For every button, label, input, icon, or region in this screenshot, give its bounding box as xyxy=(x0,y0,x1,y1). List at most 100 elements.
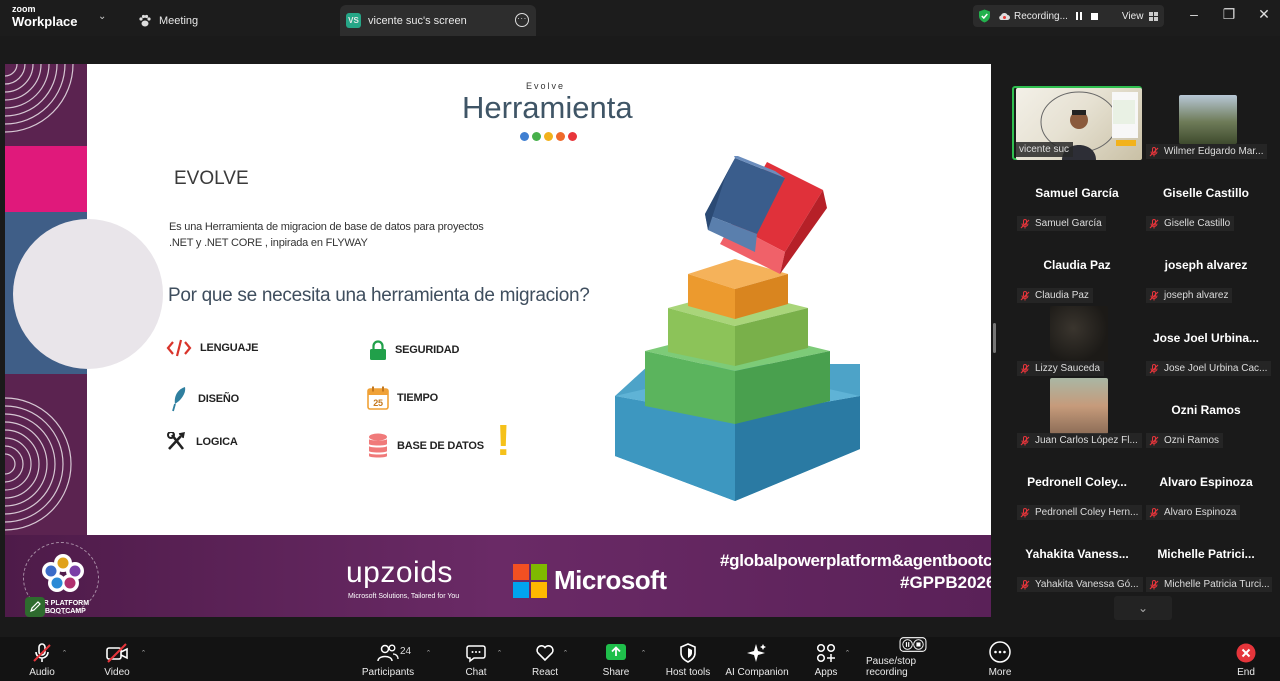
feature-tiempo-label: TIEMPO xyxy=(397,392,438,404)
microphone-muted-icon xyxy=(1020,218,1030,228)
feature-seguridad-label: SEGURIDAD xyxy=(395,344,460,356)
participant-label: Yahakita Vanessa Gó... xyxy=(1017,577,1143,592)
calendar-day-number: 25 xyxy=(373,398,383,408)
microphone-muted-icon xyxy=(1020,579,1030,589)
pause-stop-recording-icon xyxy=(899,637,927,652)
microphone-muted-icon xyxy=(1149,218,1159,228)
exclamation-mark: ! xyxy=(496,416,511,465)
annotate-pencil-button[interactable] xyxy=(25,597,45,617)
feature-diseno: DISEÑO xyxy=(170,386,239,412)
participants-button[interactable]: Participants xyxy=(360,637,416,681)
more-options-icon[interactable]: ··· xyxy=(515,13,529,27)
participant-label-text: Alvaro Espinoza xyxy=(1164,507,1237,518)
participant-tile[interactable]: Ozni Ramos Ozni Ramos xyxy=(1141,375,1271,449)
participant-tile[interactable]: Giselle Castillo Giselle Castillo xyxy=(1141,158,1271,232)
participants-options-caret[interactable]: ˆ xyxy=(427,649,430,659)
bootcamp-caption: ER PLATFORM BOOTCAMP xyxy=(39,600,89,616)
calendar-icon: 25 xyxy=(367,386,389,410)
dot-green xyxy=(532,132,541,141)
microsoft-logo-icon xyxy=(513,564,547,598)
video-options-caret[interactable]: ˆ xyxy=(142,649,145,659)
shared-screen-slide: Evolve Herramienta EVOLVE Es una Herrami… xyxy=(5,64,991,617)
participant-tile[interactable]: Claudia Paz Claudia Paz xyxy=(1012,230,1142,304)
microphone-muted-icon xyxy=(1020,290,1030,300)
share-button[interactable]: Share xyxy=(600,637,632,681)
maximize-icon[interactable]: ❐ xyxy=(1219,6,1239,23)
split-view-drag-handle[interactable] xyxy=(993,323,996,353)
audio-button[interactable]: Audio xyxy=(26,637,58,681)
microphone-muted-icon xyxy=(33,643,51,662)
more-button[interactable]: More xyxy=(986,637,1014,681)
microphone-muted-icon xyxy=(1149,507,1159,517)
tab-meeting[interactable]: Meeting xyxy=(138,5,198,36)
microphone-muted-icon xyxy=(1149,579,1159,589)
participant-label: Lizzy Sauceda xyxy=(1017,361,1105,376)
apps-button[interactable]: Apps xyxy=(812,637,840,681)
audio-options-caret[interactable]: ˆ xyxy=(63,649,66,659)
react-options-caret[interactable]: ˆ xyxy=(564,649,567,659)
microphone-muted-icon xyxy=(1020,363,1030,373)
chat-options-caret[interactable]: ˆ xyxy=(498,649,501,659)
chat-button[interactable]: Chat xyxy=(462,637,490,681)
description-line-1: Es una Herramienta de migracion de base … xyxy=(169,221,484,233)
shield-check-icon[interactable] xyxy=(978,9,991,23)
apps-options-caret[interactable]: ˆ xyxy=(846,649,849,659)
recording-status: Recording... xyxy=(1014,10,1068,22)
close-icon[interactable]: ✕ xyxy=(1254,6,1274,23)
feature-lenguaje-label: LENGUAJE xyxy=(200,342,259,354)
zoom-workplace-logo[interactable]: zoom Workplace xyxy=(12,5,78,29)
participant-name: Samuel García xyxy=(1035,186,1119,200)
participant-tile[interactable]: Yahakita Vaness... Yahakita Vanessa Gó... xyxy=(1012,519,1143,593)
microphone-muted-icon xyxy=(1020,507,1030,517)
participant-name: joseph alvarez xyxy=(1164,258,1248,272)
share-label: Share xyxy=(602,667,630,678)
view-button[interactable]: View xyxy=(1122,11,1144,22)
chevron-down-icon[interactable]: ⌄ xyxy=(98,11,106,22)
participant-tile[interactable]: Jose Joel Urbina... Jose Joel Urbina Cac.… xyxy=(1141,303,1272,377)
microsoft-wordmark: Microsoft xyxy=(554,565,667,595)
participant-tile[interactable]: Michelle Patrici... Michelle Patricia Tur… xyxy=(1141,519,1272,593)
participant-tile[interactable]: Lizzy Sauceda xyxy=(1012,303,1142,377)
tab-shared-screen-label: vicente suc's screen xyxy=(368,14,467,27)
view-grid-icon[interactable] xyxy=(1149,11,1159,21)
react-button[interactable]: React xyxy=(530,637,560,681)
participant-tile[interactable]: Wilmer Edgardo Mar... xyxy=(1141,86,1271,160)
shield-icon xyxy=(680,643,696,663)
feature-base-datos-label: BASE DE DATOS xyxy=(397,440,484,452)
upzoids-tagline: Microsoft Solutions, Tailored for You xyxy=(348,593,460,600)
microphone-muted-icon xyxy=(1149,290,1159,300)
participant-tile[interactable]: Alvaro Espinoza Alvaro Espinoza xyxy=(1141,447,1271,521)
slide-question: Por que se necesita una herramienta de m… xyxy=(168,285,590,306)
participant-tile[interactable]: Juan Carlos López Fl... xyxy=(1012,375,1142,449)
end-meeting-button[interactable]: End xyxy=(1232,637,1260,681)
video-button[interactable]: Video xyxy=(100,637,134,681)
pause-recording-icon[interactable] xyxy=(1075,12,1082,20)
stop-recording-icon[interactable] xyxy=(1090,12,1098,20)
feather-pen-icon xyxy=(172,387,186,412)
tab-shared-screen[interactable]: VS vicente suc's screen ··· xyxy=(340,5,536,36)
participant-label: joseph alvarez xyxy=(1146,288,1233,303)
minimize-icon[interactable]: – xyxy=(1184,6,1204,22)
share-options-caret[interactable]: ˆ xyxy=(642,649,645,659)
participant-label-text: Michelle Patricia Turci... xyxy=(1164,579,1270,590)
gallery-scroll-down-button[interactable]: ⌄ xyxy=(1114,596,1172,620)
host-tools-button[interactable]: Host tools xyxy=(664,637,712,681)
participant-name: Ozni Ramos xyxy=(1171,403,1241,417)
lock-icon xyxy=(370,340,386,360)
color-dots xyxy=(520,132,577,141)
recording-pill: Recording... View xyxy=(973,5,1164,27)
tab-meeting-label: Meeting xyxy=(159,14,199,27)
dot-blue xyxy=(520,132,529,141)
participant-tile[interactable]: Samuel García Samuel García xyxy=(1012,158,1142,232)
ai-companion-button[interactable]: AI Companion xyxy=(724,637,790,681)
microphone-muted-icon xyxy=(1149,363,1159,373)
participant-tile[interactable]: joseph alvarez joseph alvarez xyxy=(1141,230,1271,304)
participant-tile[interactable]: Pedronell Coley... Pedronell Coley Hern..… xyxy=(1012,447,1143,521)
participant-tile[interactable]: vicente suc xyxy=(1012,86,1142,160)
participant-label-text: Juan Carlos López Fl... xyxy=(1035,435,1138,446)
pause-stop-recording-button[interactable]: Pause/stop recording xyxy=(866,637,960,681)
light-circle-decoration xyxy=(13,219,163,369)
participant-label: Samuel García xyxy=(1017,216,1106,231)
participant-name: Michelle Patrici... xyxy=(1157,547,1255,561)
chevron-down-icon: ⌄ xyxy=(1137,601,1149,615)
